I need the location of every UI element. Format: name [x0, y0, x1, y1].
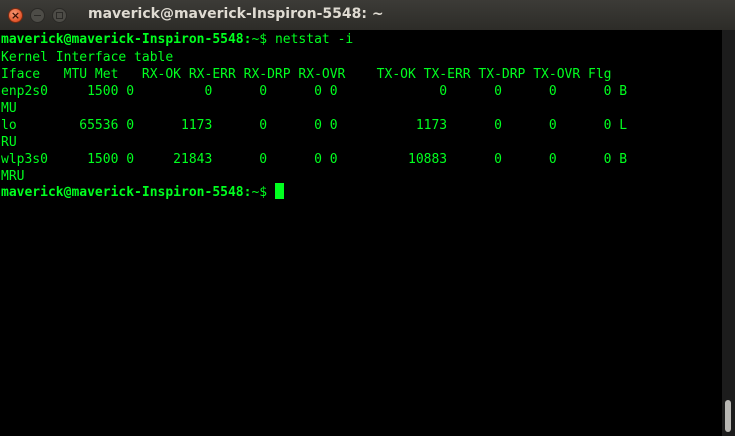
minimize-button[interactable]	[30, 8, 45, 23]
terminal-output[interactable]: maverick@maverick-Inspiron-5548:~$ netst…	[0, 30, 722, 436]
vertical-scrollbar[interactable]	[722, 30, 735, 436]
title-bar[interactable]: × maverick@maverick-Inspiron-5548: ~	[0, 0, 735, 31]
prompt-user-host: maverick@maverick-Inspiron-5548	[1, 32, 244, 47]
scrollbar-thumb[interactable]	[725, 400, 731, 432]
text-cursor	[274, 183, 284, 199]
table-header: Iface MTU Met RX-OK RX-ERR RX-DRP RX-OVR…	[1, 67, 612, 82]
table-row: wlp3s0 1500 0 21843 0 0 0 10883 0 0 0 B	[1, 152, 628, 167]
output-line: Kernel Interface table	[1, 50, 174, 65]
table-row: enp2s0 1500 0 0 0 0 0 0 0 0 0 B	[1, 84, 628, 99]
prompt-user-host: maverick@maverick-Inspiron-5548	[1, 185, 244, 200]
table-row-wrap: MU	[1, 101, 17, 116]
prompt-path: ~$	[251, 32, 268, 47]
close-icon: ×	[10, 9, 21, 22]
window-title: maverick@maverick-Inspiron-5548: ~	[88, 6, 384, 22]
table-row: lo 65536 0 1173 0 0 0 1173 0 0 0 L	[1, 118, 628, 133]
close-button[interactable]: ×	[8, 8, 23, 23]
table-row-wrap: RU	[1, 135, 17, 150]
maximize-button[interactable]	[52, 8, 67, 23]
terminal-window: × maverick@maverick-Inspiron-5548: ~ mav…	[0, 0, 735, 436]
command-text: netstat -i	[267, 32, 354, 47]
prompt-path: ~$	[251, 185, 268, 200]
current-prompt-line: maverick@maverick-Inspiron-5548:~$	[1, 183, 284, 202]
command-text	[267, 185, 275, 200]
command-line: maverick@maverick-Inspiron-5548:~$ netst…	[1, 31, 353, 49]
